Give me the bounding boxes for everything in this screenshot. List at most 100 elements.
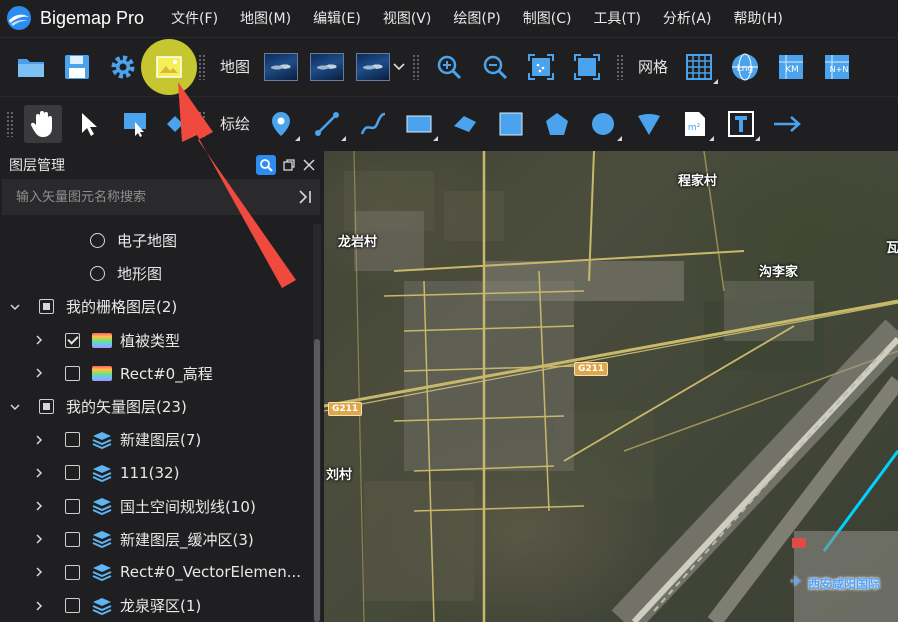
zoom-to-extent-button[interactable]	[522, 48, 560, 86]
radio-button[interactable]	[90, 266, 105, 282]
zoom-in-icon	[437, 55, 462, 79]
layer-item-terrain-map[interactable]: 地形图	[0, 257, 312, 290]
open-folder-button[interactable]	[12, 48, 50, 86]
panel-scrollbar[interactable]	[313, 224, 321, 622]
square-tool-button[interactable]	[492, 105, 530, 143]
menu-help[interactable]: 帮助(H)	[722, 8, 793, 28]
layer-checkbox[interactable]	[65, 564, 80, 580]
line-tool-button[interactable]	[308, 105, 347, 143]
layer-item-vector[interactable]: 111(32)	[0, 456, 312, 489]
layer-checkbox[interactable]	[65, 531, 80, 547]
panel-header: 图层管理	[0, 151, 322, 179]
measure-area-button[interactable]: m²	[676, 105, 715, 143]
toolbar-grip-3[interactable]	[412, 53, 421, 80]
chevron-right-icon[interactable]	[34, 335, 44, 345]
map-thumbnail-icon	[310, 52, 345, 81]
draw-label: 标绘	[220, 115, 251, 133]
polygon-tool-button[interactable]	[538, 105, 576, 143]
arrow-tool-button[interactable]	[768, 105, 806, 143]
layer-item-electronic-map[interactable]: 电子地图	[0, 224, 312, 257]
layer-group-vector[interactable]: 我的矢量图层(23)	[0, 390, 312, 423]
map-dropdown-button[interactable]	[392, 62, 406, 71]
layer-checkbox[interactable]	[65, 332, 80, 348]
chevron-right-icon[interactable]	[34, 468, 44, 478]
chevron-right-icon[interactable]	[34, 567, 44, 577]
layer-group-raster[interactable]: 我的栅格图层(2)	[0, 290, 312, 323]
chevron-down-icon[interactable]	[10, 302, 20, 312]
chevron-right-icon[interactable]	[34, 601, 44, 611]
map-label: 地图	[220, 58, 251, 76]
hidden-tool-button[interactable]	[162, 105, 188, 143]
layer-item-vector[interactable]: 国土空间规划线(10)	[0, 490, 312, 523]
toolbar-grip-2[interactable]	[198, 53, 206, 80]
chevron-right-icon[interactable]	[34, 368, 44, 378]
map-thumb-2[interactable]	[308, 48, 346, 86]
map-view[interactable]: 程家村 龙岩村 沟李家 刘村 瓦 G211 G211 ✈ 西安咸阳国际	[324, 151, 898, 622]
group-label: 我的栅格图层(2)	[66, 298, 178, 317]
layer-checkbox[interactable]	[65, 598, 80, 614]
menu-view[interactable]: 视图(V)	[372, 8, 443, 28]
menu-bar: Bigemap Pro 文件(F) 地图(M) 编辑(E) 视图(V) 绘图(P…	[0, 0, 898, 36]
map-thumb-3[interactable]	[354, 48, 392, 86]
layer-item-vector[interactable]: Rect#0_VectorElemen...	[0, 556, 312, 589]
select-tool-button[interactable]	[70, 105, 108, 143]
menu-edit[interactable]: 编辑(E)	[302, 8, 372, 28]
group-checkbox[interactable]	[39, 299, 54, 315]
chevron-down-icon[interactable]	[10, 402, 20, 412]
menu-file[interactable]: 文件(F)	[160, 8, 229, 28]
sector-tool-button[interactable]	[630, 105, 668, 143]
toolbar-grip-4[interactable]	[616, 53, 625, 80]
layer-search-input[interactable]	[16, 189, 286, 205]
search-icon	[260, 159, 273, 172]
marker-tool-button[interactable]	[262, 105, 301, 143]
layer-checkbox[interactable]	[65, 432, 80, 448]
folder-icon	[18, 58, 44, 77]
image-export-button[interactable]	[141, 38, 197, 95]
circle-tool-button[interactable]	[584, 105, 623, 143]
rect-select-button[interactable]	[116, 105, 154, 143]
layer-item-vector[interactable]: 新建图层(7)	[0, 423, 312, 456]
scrollbar-thumb[interactable]	[314, 339, 320, 622]
menu-map[interactable]: 地图(M)	[229, 8, 302, 28]
layer-item-elevation[interactable]: Rect#0_高程	[0, 357, 312, 390]
layer-checkbox[interactable]	[65, 465, 80, 481]
restore-window-icon[interactable]	[282, 158, 296, 172]
lng-grid-button[interactable]: Lng	[726, 48, 764, 86]
chevron-right-icon[interactable]	[34, 435, 44, 445]
layer-item-vector[interactable]: 新建图层_缓冲区(3)	[0, 523, 312, 556]
layer-item-vector[interactable]: 龙泉驿区(1)	[0, 589, 312, 622]
chevron-right-icon[interactable]	[34, 501, 44, 511]
toolbar-grip-5[interactable]	[6, 110, 14, 137]
layer-checkbox[interactable]	[65, 365, 80, 381]
menu-draw[interactable]: 绘图(P)	[442, 8, 511, 28]
road-badge: G211	[328, 402, 363, 416]
menu-analysis[interactable]: 分析(A)	[652, 8, 723, 28]
text-tool-button[interactable]	[722, 105, 761, 143]
chevron-right-icon[interactable]	[34, 534, 44, 544]
layer-item-vegetation[interactable]: 植被类型	[0, 324, 312, 357]
settings-button[interactable]	[104, 48, 142, 86]
save-button[interactable]	[58, 48, 96, 86]
pan-tool-button[interactable]	[24, 104, 62, 143]
menu-tools[interactable]: 工具(T)	[582, 8, 651, 28]
menu-cartography[interactable]: 制图(C)	[512, 8, 583, 28]
zoom-out-button[interactable]	[476, 48, 514, 86]
rectangle-tool-button[interactable]	[400, 105, 439, 143]
save-icon	[65, 54, 89, 79]
full-extent-button[interactable]	[568, 48, 606, 86]
grid-button[interactable]	[680, 48, 719, 86]
km-grid-button[interactable]: KM	[772, 48, 810, 86]
panel-search-button[interactable]	[256, 155, 276, 175]
toolbar-grip-6[interactable]	[198, 110, 206, 137]
layer-label: 地形图	[117, 265, 163, 284]
radio-button[interactable]	[90, 233, 105, 249]
freeform-tool-button[interactable]	[446, 105, 484, 143]
collapse-panel-icon[interactable]	[298, 189, 312, 205]
layer-checkbox[interactable]	[65, 498, 80, 514]
zoom-in-button[interactable]	[430, 48, 468, 86]
curve-tool-button[interactable]	[354, 105, 392, 143]
nn-grid-button[interactable]: N+N	[818, 48, 856, 86]
map-thumb-1[interactable]	[262, 48, 300, 86]
group-checkbox[interactable]	[39, 399, 54, 415]
close-icon[interactable]	[302, 158, 316, 172]
